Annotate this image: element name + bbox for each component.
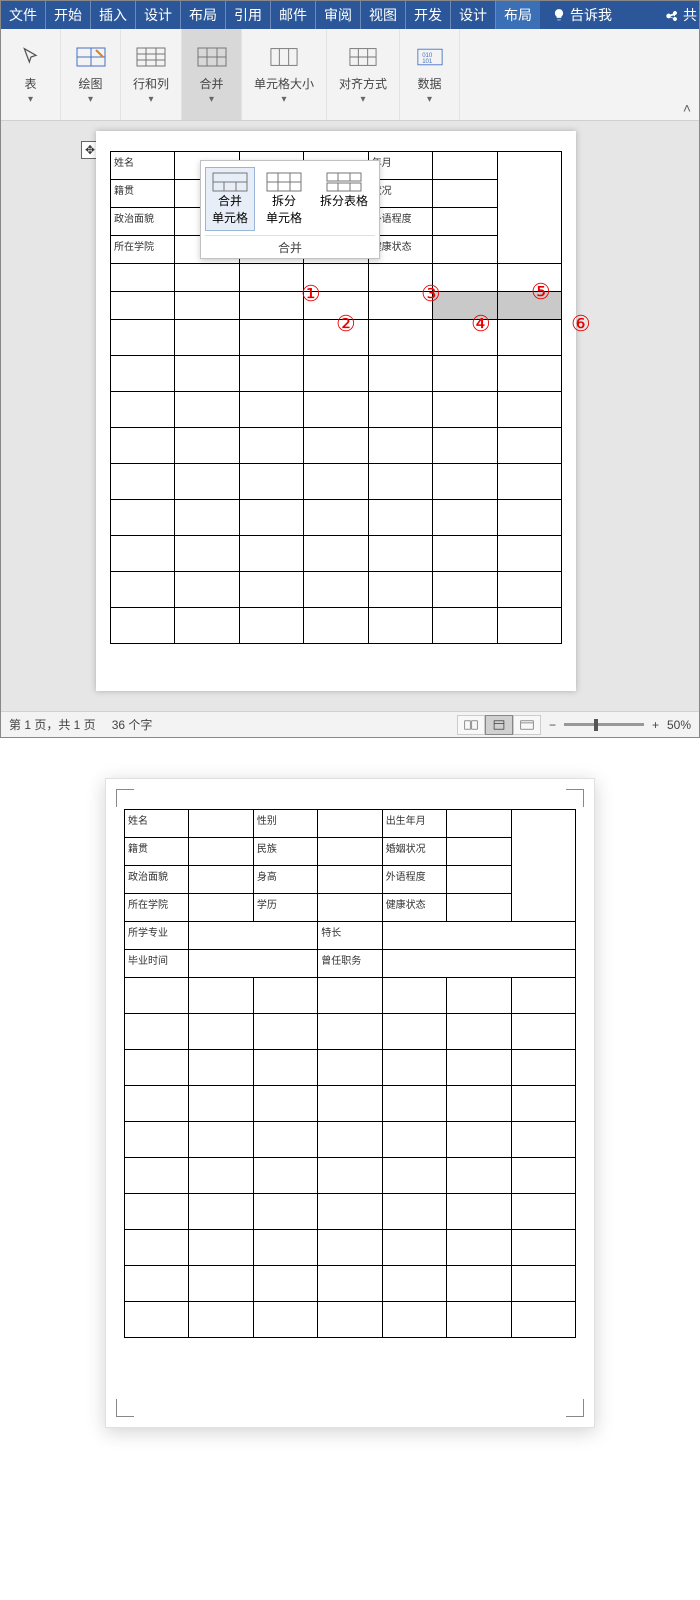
- ribbon-group-align[interactable]: 对齐方式 ▾: [327, 29, 400, 120]
- annotation-2: ②: [336, 311, 356, 337]
- form-table-after: 姓名 性别 出生年月 籍贯 民族 婚姻状况 政治面貌 身高 外语程度 所在学院 …: [124, 809, 576, 1338]
- status-page[interactable]: 第 1 页，共 1 页: [9, 716, 96, 733]
- dropdown-merge-cells[interactable]: 合并 单元格: [205, 167, 255, 231]
- ribbon-group-draw[interactable]: 绘图 ▾: [61, 29, 121, 120]
- view-mode-buttons: [457, 715, 541, 735]
- align-icon: [346, 45, 380, 69]
- chevron-down-icon: ▾: [209, 94, 214, 105]
- chevron-down-icon: ▾: [88, 94, 93, 105]
- tab-mailings[interactable]: 邮件: [271, 1, 316, 29]
- view-print-layout[interactable]: [485, 715, 513, 735]
- photo-cell[interactable]: [497, 152, 561, 264]
- tab-review[interactable]: 审阅: [316, 1, 361, 29]
- annotation-1: ①: [301, 281, 321, 307]
- tab-table-design[interactable]: 设计: [451, 1, 496, 29]
- merge-cells-icon: [212, 172, 248, 192]
- merge-icon: [195, 45, 229, 69]
- svg-text:101: 101: [422, 59, 433, 65]
- zoom-level[interactable]: 50%: [667, 718, 691, 732]
- annotation-5: ⑤: [531, 279, 551, 305]
- cell-name[interactable]: 姓名: [111, 152, 175, 180]
- photo-cell: [511, 810, 575, 922]
- cell: 出生年月: [382, 810, 446, 838]
- ribbon-group-table[interactable]: 表 ▾: [1, 29, 61, 120]
- status-words[interactable]: 36 个字: [112, 716, 153, 733]
- cell: 性别: [253, 810, 317, 838]
- tab-references[interactable]: 引用: [226, 1, 271, 29]
- tell-me-search[interactable]: 告诉我: [546, 5, 618, 25]
- collapse-ribbon-icon[interactable]: ˄: [683, 100, 691, 116]
- ribbon-group-merge[interactable]: 合并 ▾: [182, 29, 242, 120]
- crop-mark: [116, 1399, 134, 1417]
- selected-cell-2[interactable]: [497, 292, 561, 320]
- tab-developer[interactable]: 开发: [406, 1, 451, 29]
- dropdown-group-label: 合并: [205, 235, 375, 256]
- tab-insert[interactable]: 插入: [91, 1, 136, 29]
- zoom-slider[interactable]: [564, 723, 644, 726]
- annotation-4: ④: [471, 311, 491, 337]
- result-page: 姓名 性别 出生年月 籍贯 民族 婚姻状况 政治面貌 身高 外语程度 所在学院 …: [105, 778, 595, 1428]
- web-layout-icon: [520, 719, 534, 731]
- ribbon: 表 ▾ 绘图 ▾ 行和列 ▾ 合并 ▾: [1, 29, 699, 121]
- ribbon-group-rowscols[interactable]: 行和列 ▾: [121, 29, 182, 120]
- result-preview: 姓名 性别 出生年月 籍贯 民族 婚姻状况 政治面貌 身高 外语程度 所在学院 …: [0, 778, 700, 1428]
- ribbon-group-data[interactable]: 010101 数据 ▾: [400, 29, 460, 120]
- draw-table-icon: [74, 45, 108, 69]
- view-web-layout[interactable]: [513, 715, 541, 735]
- ribbon-tab-bar: 文件 开始 插入 设计 布局 引用 邮件 审阅 视图 开发 设计 布局 告诉我 …: [1, 1, 699, 29]
- annotation-3: ③: [421, 281, 441, 307]
- pointer-icon: [14, 45, 48, 69]
- share-label: 共: [683, 5, 697, 25]
- split-cells-icon: [266, 172, 302, 192]
- ribbon-group-cellsize[interactable]: 单元格大小 ▾: [242, 29, 327, 120]
- tab-design[interactable]: 设计: [136, 1, 181, 29]
- tab-home[interactable]: 开始: [46, 1, 91, 29]
- dropdown-split-table[interactable]: 拆分表格: [313, 167, 375, 231]
- dropdown-split-cells[interactable]: 拆分 单元格: [259, 167, 309, 231]
- tab-table-layout[interactable]: 布局: [496, 1, 540, 29]
- split-table-icon: [326, 172, 362, 192]
- data-icon: 010101: [413, 45, 447, 69]
- cell: 姓名: [125, 810, 189, 838]
- print-layout-icon: [492, 719, 506, 731]
- svg-text:010: 010: [422, 53, 433, 59]
- merge-dropdown: 合并 单元格 拆分 单元格 拆分表格 合并: [200, 160, 380, 259]
- tab-file[interactable]: 文件: [1, 1, 46, 29]
- zoom-in[interactable]: +: [652, 718, 659, 732]
- zoom-out[interactable]: −: [549, 718, 556, 732]
- view-read-mode[interactable]: [457, 715, 485, 735]
- tab-view[interactable]: 视图: [361, 1, 406, 29]
- tell-me-label: 告诉我: [570, 5, 612, 25]
- tab-layout[interactable]: 布局: [181, 1, 226, 29]
- chevron-down-icon: ▾: [361, 94, 366, 105]
- chevron-down-icon: ▾: [282, 94, 287, 105]
- crop-mark: [566, 789, 584, 807]
- word-window: 文件 开始 插入 设计 布局 引用 邮件 审阅 视图 开发 设计 布局 告诉我 …: [0, 0, 700, 738]
- read-mode-icon: [464, 719, 478, 731]
- rows-cols-icon: [134, 45, 168, 69]
- chevron-down-icon: ▾: [427, 94, 432, 105]
- cell-size-icon: [267, 45, 301, 69]
- crop-mark: [566, 1399, 584, 1417]
- status-bar: 第 1 页，共 1 页 36 个字 − + 50%: [1, 711, 699, 737]
- chevron-down-icon: ▾: [28, 94, 33, 105]
- crop-mark: [116, 789, 134, 807]
- cell-college[interactable]: 所在学院: [111, 236, 175, 264]
- share-icon: [665, 7, 681, 23]
- lightbulb-icon: [552, 8, 566, 22]
- share-area[interactable]: 共: [665, 5, 699, 25]
- annotation-6: ⑥: [571, 311, 591, 337]
- cell-politics[interactable]: 政治面貌: [111, 208, 175, 236]
- cell-origin[interactable]: 籍贯: [111, 180, 175, 208]
- chevron-down-icon: ▾: [148, 94, 153, 105]
